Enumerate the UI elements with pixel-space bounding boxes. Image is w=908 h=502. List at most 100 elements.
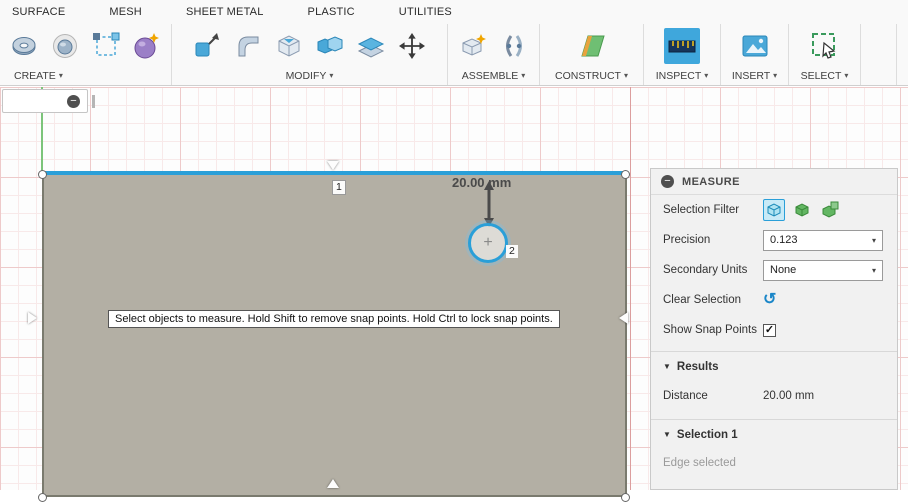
assemble-menu[interactable]: ASSEMBLE ▾	[448, 68, 539, 85]
group-modify: MODIFY ▾	[172, 24, 448, 85]
snap-point-cursor[interactable]: +	[468, 223, 508, 263]
construction-plane-icon[interactable]	[574, 28, 610, 64]
sphere-icon[interactable]	[47, 28, 83, 64]
show-snap-points-checkbox[interactable]: ✓	[763, 324, 776, 337]
crosshair-icon: +	[483, 235, 492, 251]
secondary-units-row: Secondary Units None ▾	[651, 255, 897, 285]
filter-face-icon[interactable]	[791, 199, 813, 221]
edge-handle-top[interactable]	[327, 161, 339, 170]
corner-handle[interactable]	[621, 493, 630, 502]
clear-selection-label: Clear Selection	[663, 294, 763, 306]
tab-sheet-metal[interactable]: SHEET METAL	[186, 6, 264, 18]
show-snap-points-label: Show Snap Points	[663, 324, 763, 336]
edge-handle-bottom[interactable]	[327, 479, 339, 488]
create-menu[interactable]: CREATE ▾	[0, 68, 171, 85]
offset-face-icon[interactable]	[353, 28, 389, 64]
browser-drag-handle[interactable]	[92, 95, 95, 108]
group-select: SELECT ▾	[789, 24, 861, 85]
panel-title: MEASURE	[682, 176, 740, 188]
tab-mesh[interactable]: MESH	[109, 6, 142, 18]
secondary-units-dropdown[interactable]: None ▾	[763, 260, 883, 281]
selection1-section-header[interactable]: ▼ Selection 1	[651, 419, 897, 449]
chevron-expanded-icon: ▼	[663, 362, 671, 371]
chevron-down-icon: ▾	[329, 71, 333, 80]
corner-handle[interactable]	[621, 170, 630, 179]
distance-label: Distance	[663, 390, 763, 402]
toolbar-spacer	[861, 24, 897, 85]
distance-value: 20.00 mm	[763, 390, 814, 402]
collapse-browser-icon[interactable]: −	[67, 95, 80, 108]
measure-panel: − MEASURE Selection Filter Precision 0.1…	[650, 168, 898, 490]
selection1-status: Edge selected	[651, 449, 897, 469]
create-form-icon[interactable]	[129, 28, 165, 64]
main-toolbar: SURFACE MESH SHEET METAL PLASTIC UTILITI…	[0, 0, 908, 86]
show-snap-points-row: Show Snap Points ✓	[651, 315, 897, 345]
sketch-profile-body[interactable]	[42, 174, 627, 497]
group-insert: INSERT ▾	[721, 24, 789, 85]
chevron-down-icon: ▾	[704, 71, 708, 80]
selection-filter-label: Selection Filter	[663, 204, 763, 216]
select-menu-label: SELECT	[801, 70, 842, 82]
snap-point-label-2: 2	[506, 245, 518, 258]
select-tool-icon[interactable]	[807, 28, 843, 64]
clear-selection-row: Clear Selection ↺	[651, 285, 897, 315]
assemble-menu-label: ASSEMBLE	[462, 70, 519, 82]
filter-body-icon[interactable]	[763, 199, 785, 221]
browser-collapsed-bar[interactable]: −	[2, 89, 88, 113]
tab-bar: SURFACE MESH SHEET METAL PLASTIC UTILITI…	[0, 0, 908, 24]
chevron-down-icon: ▾	[624, 71, 628, 80]
insert-menu-label: INSERT	[732, 70, 770, 82]
corner-handle[interactable]	[38, 170, 47, 179]
joint-icon[interactable]	[496, 28, 532, 64]
fillet-icon[interactable]	[230, 28, 266, 64]
filter-component-icon[interactable]	[819, 199, 841, 221]
inspect-menu[interactable]: INSPECT ▾	[644, 68, 720, 85]
new-component-icon[interactable]	[455, 28, 491, 64]
snap-point-label-1: 1	[332, 180, 346, 195]
construct-menu-label: CONSTRUCT	[555, 70, 621, 82]
chevron-down-icon: ▾	[521, 71, 525, 80]
precision-dropdown[interactable]: 0.123 ▾	[763, 230, 883, 251]
clear-selection-undo-icon[interactable]: ↺	[763, 292, 776, 308]
insert-image-icon[interactable]	[737, 28, 773, 64]
distance-row: Distance 20.00 mm	[651, 381, 897, 411]
measure-icon[interactable]	[664, 28, 700, 64]
corner-handle[interactable]	[38, 493, 47, 502]
tab-plastic[interactable]: PLASTIC	[308, 6, 355, 18]
edge-handle-right[interactable]	[619, 312, 628, 324]
results-header-label: Results	[677, 361, 719, 373]
measure-panel-header: − MEASURE	[651, 169, 897, 195]
chevron-down-icon: ▾	[59, 71, 63, 80]
toolbar-groups: CREATE ▾	[0, 24, 908, 85]
selection1-header-label: Selection 1	[677, 429, 738, 441]
move-icon[interactable]	[394, 28, 430, 64]
shell-icon[interactable]	[271, 28, 307, 64]
tab-utilities[interactable]: UTILITIES	[399, 6, 452, 18]
group-assemble: ASSEMBLE ▾	[448, 24, 540, 85]
select-menu[interactable]: SELECT ▾	[789, 68, 860, 85]
inspect-menu-label: INSPECT	[656, 70, 702, 82]
grid-major-line	[630, 87, 631, 490]
tab-surface[interactable]: SURFACE	[12, 6, 65, 18]
selected-edge[interactable]	[42, 171, 627, 175]
chevron-down-icon: ▾	[844, 71, 848, 80]
edge-handle-left[interactable]	[28, 312, 37, 324]
combine-icon[interactable]	[312, 28, 348, 64]
rectangular-pattern-icon[interactable]	[88, 28, 124, 64]
secondary-units-label: Secondary Units	[663, 264, 763, 276]
chevron-down-icon: ▾	[866, 266, 882, 275]
group-construct: CONSTRUCT ▾	[540, 24, 644, 85]
collapse-panel-icon[interactable]: −	[661, 175, 674, 188]
chevron-down-icon: ▾	[773, 71, 777, 80]
measure-tooltip: Select objects to measure. Hold Shift to…	[108, 310, 560, 328]
torus-icon[interactable]	[6, 28, 42, 64]
results-section-header[interactable]: ▼ Results	[651, 351, 897, 381]
chevron-expanded-icon: ▼	[663, 430, 671, 439]
modify-menu[interactable]: MODIFY ▾	[172, 68, 447, 85]
press-pull-icon[interactable]	[189, 28, 225, 64]
insert-menu[interactable]: INSERT ▾	[721, 68, 788, 85]
selection-filter-row: Selection Filter	[651, 195, 897, 225]
group-inspect: INSPECT ▾	[644, 24, 721, 85]
secondary-units-value: None	[764, 264, 866, 276]
construct-menu[interactable]: CONSTRUCT ▾	[540, 68, 643, 85]
